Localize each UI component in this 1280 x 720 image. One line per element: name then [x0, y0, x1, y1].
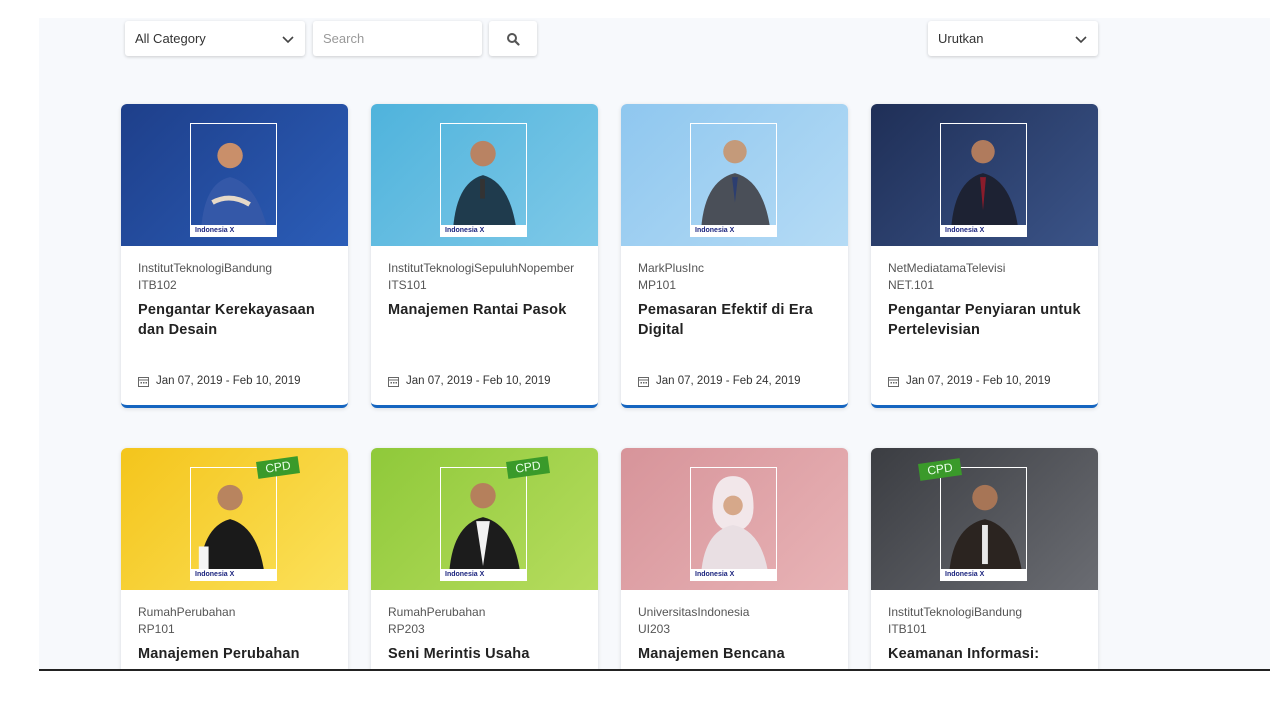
- course-date: Jan 07, 2019 - Feb 10, 2019: [138, 375, 301, 387]
- instructor-photo: Indonesia X: [690, 467, 777, 581]
- course-title: Manajemen Bencana: [638, 646, 785, 662]
- brand-logo-text: Indonesia X: [445, 571, 485, 578]
- course-code: ITB102: [138, 278, 177, 292]
- course-institution: NetMediatamaTelevisi: [888, 261, 1006, 275]
- search-icon: [507, 32, 520, 46]
- search-input[interactable]: [323, 31, 472, 46]
- course-institution: MarkPlusInc: [638, 261, 705, 275]
- course-title: Manajemen Rantai Pasok: [388, 302, 567, 318]
- brand-logo-text: Indonesia X: [945, 571, 985, 578]
- brand-logo: Indonesia X: [441, 569, 526, 580]
- course-date: Jan 07, 2019 - Feb 24, 2019: [638, 375, 801, 387]
- instructor-photo: Indonesia X: [190, 467, 277, 581]
- instructor-photo: Indonesia X: [690, 123, 777, 237]
- category-select-value: All Category: [135, 31, 206, 46]
- course-card[interactable]: Indonesia X MarkPlusInc MP101 Pemasaran …: [621, 104, 848, 408]
- course-card[interactable]: Indonesia X InstitutTeknologiBandung ITB…: [121, 104, 348, 408]
- brand-logo-text: Indonesia X: [195, 571, 235, 578]
- brand-logo: Indonesia X: [941, 225, 1026, 236]
- course-code: UI203: [638, 622, 671, 636]
- course-title: Pemasaran Efektif di Era Digital: [638, 302, 813, 338]
- brand-logo-text: Indonesia X: [195, 227, 235, 234]
- course-banner: Indonesia X: [621, 448, 848, 590]
- course-code: NET.101: [888, 278, 935, 292]
- instructor-photo: Indonesia X: [940, 123, 1027, 237]
- course-card[interactable]: Indonesia X NetMediatamaTelevisi NET.101…: [871, 104, 1098, 408]
- course-code: ITB101: [888, 622, 927, 636]
- course-date-text: Jan 07, 2019 - Feb 24, 2019: [656, 375, 801, 387]
- course-catalog-page: All Category Urutkan Indonesia X Institu…: [39, 18, 1270, 670]
- course-title: Pengantar Penyiaran untuk Pertelevisian: [888, 302, 1081, 338]
- filter-toolbar: All Category Urutkan: [39, 18, 1270, 78]
- cpd-badge: CPD: [506, 456, 550, 479]
- course-date-text: Jan 07, 2019 - Feb 10, 2019: [906, 375, 1051, 387]
- calendar-icon: [638, 376, 649, 387]
- chevron-down-icon: [282, 35, 294, 43]
- course-date-text: Jan 07, 2019 - Feb 10, 2019: [406, 375, 551, 387]
- course-banner: Indonesia X CPD: [371, 448, 598, 590]
- course-code: RP101: [138, 622, 175, 636]
- course-institution: InstitutTeknologiSepuluhNopember: [388, 261, 575, 275]
- course-title: Manajemen Perubahan: [138, 646, 300, 662]
- brand-logo-text: Indonesia X: [445, 227, 485, 234]
- instructor-photo: Indonesia X: [190, 123, 277, 237]
- brand-logo: Indonesia X: [691, 225, 776, 236]
- course-date: Jan 07, 2019 - Feb 10, 2019: [888, 375, 1051, 387]
- course-card[interactable]: Indonesia X CPD RumahPerubahan RP101 Man…: [121, 448, 348, 670]
- course-title: Seni Merintis Usaha: [388, 646, 530, 662]
- course-card[interactable]: Indonesia X InstitutTeknologiSepuluhNope…: [371, 104, 598, 408]
- sort-select-value: Urutkan: [938, 31, 984, 46]
- calendar-icon: [888, 376, 899, 387]
- course-banner: Indonesia X CPD: [121, 448, 348, 590]
- brand-logo: Indonesia X: [441, 225, 526, 236]
- course-date-text: Jan 07, 2019 - Feb 10, 2019: [156, 375, 301, 387]
- search-field[interactable]: [313, 21, 482, 56]
- course-card[interactable]: Indonesia X CPD RumahPerubahan RP203 Sen…: [371, 448, 598, 670]
- calendar-icon: [138, 376, 149, 387]
- course-card[interactable]: Indonesia X UniversitasIndonesia UI203 M…: [621, 448, 848, 670]
- course-institution: UniversitasIndonesia: [638, 605, 750, 619]
- category-select[interactable]: All Category: [125, 21, 305, 56]
- course-title: Keamanan Informasi:: [888, 646, 1040, 662]
- instructor-photo: Indonesia X: [440, 123, 527, 237]
- course-banner: Indonesia X CPD: [871, 448, 1098, 590]
- brand-logo: Indonesia X: [691, 569, 776, 580]
- sort-select[interactable]: Urutkan: [928, 21, 1098, 56]
- instructor-photo: Indonesia X: [940, 467, 1027, 581]
- viewport-bottom-border: [39, 669, 1270, 671]
- calendar-icon: [388, 376, 399, 387]
- course-institution: RumahPerubahan: [138, 605, 236, 619]
- chevron-down-icon: [1075, 35, 1087, 43]
- course-date: Jan 07, 2019 - Feb 10, 2019: [388, 375, 551, 387]
- search-button[interactable]: [489, 21, 537, 56]
- brand-logo: Indonesia X: [941, 569, 1026, 580]
- cpd-badge: CPD: [256, 456, 300, 479]
- course-institution: RumahPerubahan: [388, 605, 486, 619]
- course-code: RP203: [388, 622, 425, 636]
- brand-logo-text: Indonesia X: [945, 227, 985, 234]
- brand-logo: Indonesia X: [191, 569, 276, 580]
- course-institution: InstitutTeknologiBandung: [888, 605, 1023, 619]
- course-banner: Indonesia X: [871, 104, 1098, 246]
- course-banner: Indonesia X: [371, 104, 598, 246]
- course-banner: Indonesia X: [621, 104, 848, 246]
- course-title: Pengantar Kerekayasaan dan Desain: [138, 302, 315, 338]
- brand-logo: Indonesia X: [191, 225, 276, 236]
- course-code: MP101: [638, 278, 677, 292]
- instructor-photo: Indonesia X: [440, 467, 527, 581]
- brand-logo-text: Indonesia X: [695, 227, 735, 234]
- course-card[interactable]: Indonesia X CPD InstitutTeknologiBandung…: [871, 448, 1098, 670]
- course-code: ITS101: [388, 278, 427, 292]
- course-banner: Indonesia X: [121, 104, 348, 246]
- brand-logo-text: Indonesia X: [695, 571, 735, 578]
- course-institution: InstitutTeknologiBandung: [138, 261, 273, 275]
